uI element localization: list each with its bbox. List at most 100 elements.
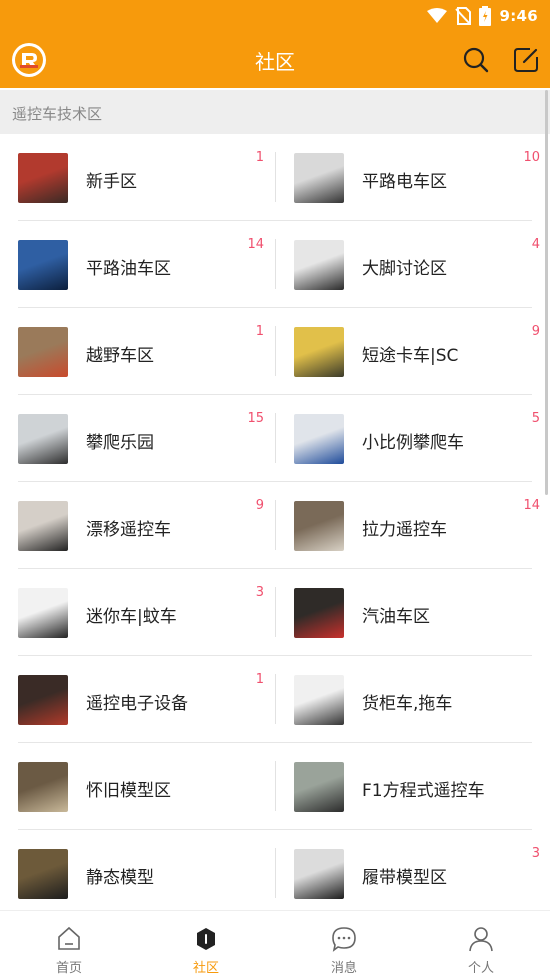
- forum-item[interactable]: 短途卡车|SC 9: [294, 308, 550, 394]
- new-post-button[interactable]: [510, 44, 542, 76]
- forum-thumbnail: [18, 675, 68, 725]
- forum-row: 迷你车|蚊车 3 汽油车区: [0, 569, 550, 656]
- new-post-count: 5: [531, 411, 540, 426]
- tab-profile[interactable]: 个人: [412, 911, 550, 977]
- forum-item[interactable]: 怀旧模型区: [18, 743, 276, 829]
- forum-item[interactable]: 迷你车|蚊车 3: [18, 569, 276, 655]
- forum-thumbnail: [18, 849, 68, 899]
- column-divider: [275, 239, 276, 289]
- no-sim-icon: [455, 7, 472, 25]
- column-divider: [275, 413, 276, 463]
- forum-item[interactable]: F1方程式遥控车: [294, 743, 550, 829]
- forum-item[interactable]: 遥控电子设备 1: [18, 656, 276, 742]
- forum-name: 越野车区: [86, 346, 154, 366]
- forum-row: 新手区 1 平路电车区 10: [0, 134, 550, 221]
- status-bar: 9:46: [0, 0, 550, 32]
- forum-name: 遥控电子设备: [86, 694, 188, 714]
- forum-thumbnail: [294, 588, 344, 638]
- forum-item[interactable]: 货柜车,拖车: [294, 656, 550, 742]
- column-divider: [275, 326, 276, 376]
- home-icon: [58, 926, 80, 950]
- section-header: 遥控车技术区: [0, 90, 550, 134]
- forum-row: 攀爬乐园 15 小比例攀爬车 5: [0, 395, 550, 482]
- tab-community[interactable]: 社区: [137, 911, 275, 977]
- forum-row: 遥控电子设备 1 货柜车,拖车: [0, 656, 550, 743]
- forum-item[interactable]: 大脚讨论区 4: [294, 221, 550, 307]
- app-bar: 社区: [0, 32, 550, 88]
- new-post-count: 1: [255, 150, 264, 165]
- search-icon: [463, 47, 489, 73]
- forum-item[interactable]: 越野车区 1: [18, 308, 276, 394]
- forum-name: 短途卡车|SC: [362, 346, 459, 366]
- forum-thumbnail: [18, 153, 68, 203]
- new-post-count: 10: [523, 150, 540, 165]
- forum-name: 小比例攀爬车: [362, 433, 464, 453]
- new-post-count: 9: [255, 498, 264, 513]
- forum-name: 汽油车区: [362, 607, 430, 627]
- new-post-count: 14: [247, 237, 264, 252]
- forum-row: 静态模型 履带模型区 3: [0, 830, 550, 910]
- forum-row: 越野车区 1 短途卡车|SC 9: [0, 308, 550, 395]
- forum-thumbnail: [18, 501, 68, 551]
- message-icon: [332, 927, 356, 952]
- forum-name: 货柜车,拖车: [362, 694, 453, 714]
- edit-icon: [514, 48, 538, 72]
- forum-thumbnail: [294, 153, 344, 203]
- forum-item[interactable]: 漂移遥控车 9: [18, 482, 276, 568]
- new-post-count: 4: [531, 237, 540, 252]
- forum-item[interactable]: 平路油车区 14: [18, 221, 276, 307]
- forum-thumbnail: [18, 414, 68, 464]
- forum-thumbnail: [294, 675, 344, 725]
- column-divider: [275, 761, 276, 811]
- forum-name: 漂移遥控车: [86, 520, 171, 540]
- forum-name: 静态模型: [86, 868, 154, 888]
- column-divider: [275, 152, 276, 202]
- tab-home[interactable]: 首页: [0, 911, 138, 977]
- forum-name: 平路油车区: [86, 259, 171, 279]
- column-divider: [275, 587, 276, 637]
- tab-label: 首页: [55, 961, 82, 976]
- forum-thumbnail: [294, 849, 344, 899]
- section-title: 遥控车技术区: [12, 105, 103, 123]
- tab-label: 社区: [192, 961, 219, 976]
- battery-icon: [479, 6, 492, 26]
- forum-thumbnail: [294, 501, 344, 551]
- forum-list: 新手区 1 平路电车区 10 平路油车区 14 大脚讨论区 4 越野车区 1 短途卡车|SC 9 攀爬乐…: [0, 134, 550, 910]
- forum-name: 怀旧模型区: [86, 781, 171, 801]
- forum-name: F1方程式遥控车: [362, 781, 485, 801]
- wifi-icon: [427, 8, 448, 23]
- tab-label: 消息: [330, 961, 357, 976]
- forum-thumbnail: [294, 240, 344, 290]
- forum-row: 怀旧模型区 F1方程式遥控车: [0, 743, 550, 830]
- forum-name: 平路电车区: [362, 172, 447, 192]
- new-post-count: 9: [531, 324, 540, 339]
- forum-name: 拉力遥控车: [362, 520, 447, 540]
- forum-item[interactable]: 攀爬乐园 15: [18, 395, 276, 481]
- forum-item[interactable]: 汽油车区: [294, 569, 550, 655]
- forum-row: 平路油车区 14 大脚讨论区 4: [0, 221, 550, 308]
- forum-thumbnail: [18, 240, 68, 290]
- forum-item[interactable]: 平路电车区 10: [294, 134, 550, 220]
- forum-item[interactable]: 履带模型区 3: [294, 830, 550, 910]
- new-post-count: 3: [531, 846, 540, 861]
- forum-item[interactable]: 小比例攀爬车 5: [294, 395, 550, 481]
- search-button[interactable]: [460, 44, 492, 76]
- tab-label: 个人: [467, 961, 494, 976]
- profile-icon: [469, 927, 493, 952]
- forum-thumbnail: [294, 762, 344, 812]
- clock: 9:46: [499, 7, 538, 25]
- new-post-count: 15: [247, 411, 264, 426]
- new-post-count: 1: [255, 324, 264, 339]
- column-divider: [275, 848, 276, 898]
- forum-thumbnail: [294, 414, 344, 464]
- forum-thumbnail: [294, 327, 344, 377]
- forum-item[interactable]: 新手区 1: [18, 134, 276, 220]
- scrollbar[interactable]: [545, 90, 548, 495]
- forum-item[interactable]: 拉力遥控车 14: [294, 482, 550, 568]
- new-post-count: 1: [255, 672, 264, 687]
- forum-item[interactable]: 静态模型: [18, 830, 276, 910]
- forum-thumbnail: [18, 588, 68, 638]
- tab-messages[interactable]: 消息: [275, 911, 413, 977]
- new-post-count: 14: [523, 498, 540, 513]
- new-post-count: 3: [255, 585, 264, 600]
